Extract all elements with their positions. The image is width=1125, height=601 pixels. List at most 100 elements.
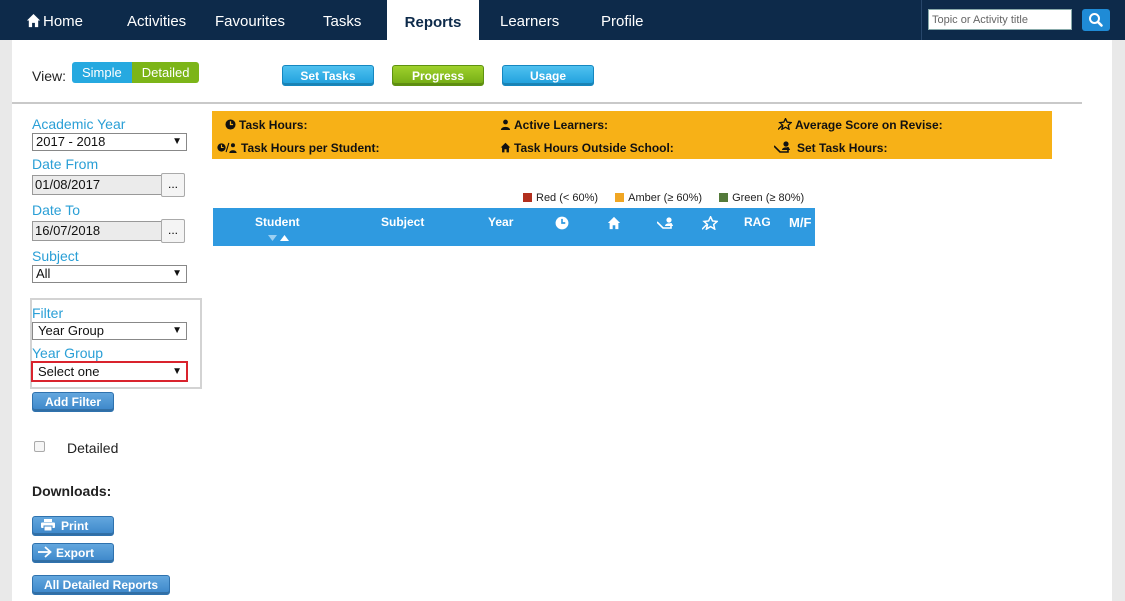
nav-home-label: Home (43, 13, 84, 30)
column-set-task-hours[interactable] (656, 216, 677, 233)
column-rag[interactable]: RAG (744, 215, 771, 229)
view-toggle: Simple Detailed (72, 62, 200, 83)
active-learners-label: Active Learners: (514, 118, 609, 132)
search-button[interactable] (1082, 9, 1110, 31)
view-label: View: (32, 68, 66, 84)
column-average-score[interactable] (701, 214, 719, 233)
progress-button[interactable]: Progress (392, 65, 484, 86)
summary-bar: Task Hours: Active Learners: Average Sco… (212, 111, 1052, 159)
nav-profile[interactable]: Profile (601, 0, 644, 40)
search-icon (1089, 13, 1103, 27)
task-hours-per-student-label: Task Hours per Student: (241, 141, 380, 155)
home-icon (26, 13, 41, 28)
dropdown-arrow-icon: ▼ (172, 136, 182, 147)
academic-year-value: 2017 - 2018 (36, 134, 106, 149)
nav-home[interactable]: Home (26, 0, 83, 40)
arrow-right-icon (38, 546, 52, 558)
report-table-header: Student Subject Year RAG M/F (213, 208, 815, 246)
task-hours-outside-label: Task Hours Outside School: (514, 141, 674, 155)
legend-amber-label: Amber (≥ 60%) (628, 192, 703, 204)
date-from-input[interactable]: 01/08/2017 (32, 175, 162, 195)
date-to-label: Date To (32, 202, 80, 218)
academic-year-select[interactable]: 2017 - 2018 ▼ (32, 133, 187, 151)
nav-reports[interactable]: Reports (387, 0, 479, 40)
date-from-label: Date From (32, 156, 99, 172)
average-score-label: Average Score on Revise: (795, 118, 943, 132)
usage-button[interactable]: Usage (502, 65, 594, 86)
view-detailed-button[interactable]: Detailed (131, 62, 200, 83)
set-tasks-button[interactable]: Set Tasks (282, 65, 374, 86)
clock-icon (555, 216, 569, 230)
subject-label: Subject (32, 248, 79, 264)
task-hours-stat: Task Hours: (225, 118, 307, 132)
set-task-icon (656, 217, 673, 229)
subject-value: All (36, 266, 51, 281)
year-group-label: Year Group (32, 345, 104, 361)
dropdown-arrow-icon: ▼ (172, 325, 182, 336)
red-swatch (523, 193, 532, 202)
filter-value: Year Group (38, 323, 105, 338)
nav-favourites[interactable]: Favourites (215, 0, 285, 40)
column-gender[interactable]: M/F (789, 215, 811, 230)
detailed-checkbox[interactable] (34, 441, 45, 452)
task-hours-label: Task Hours: (239, 118, 308, 132)
legend-green-label: Green (≥ 80%) (732, 192, 805, 204)
date-from-picker-button[interactable]: ... (161, 173, 185, 197)
user-icon (500, 119, 511, 130)
clock-icon (225, 119, 236, 130)
set-task-icon (773, 141, 790, 153)
green-swatch (719, 193, 729, 202)
clock-user-icon (217, 142, 237, 153)
sort-arrows-icon[interactable] (268, 234, 290, 242)
view-simple-button[interactable]: Simple (72, 62, 132, 83)
column-outside-school[interactable] (607, 216, 621, 233)
amber-swatch (615, 193, 625, 202)
home-icon (500, 142, 511, 153)
column-student[interactable]: Student (255, 215, 300, 229)
search-input[interactable] (928, 9, 1072, 30)
subject-select[interactable]: All ▼ (32, 265, 187, 283)
nav-tasks[interactable]: Tasks (323, 0, 361, 40)
date-to-input[interactable]: 16/07/2018 (32, 221, 162, 241)
top-navigation: Home Activities Favourites Tasks Reports… (0, 0, 1125, 40)
year-group-select[interactable]: Select one ▼ (31, 361, 188, 382)
date-to-picker-button[interactable]: ... (161, 219, 185, 243)
set-task-hours-stat: Set Task Hours: (773, 141, 888, 155)
downloads-label: Downloads: (32, 483, 112, 499)
legend-red: Red (< 60%) (523, 192, 598, 204)
legend-red-label: Red (< 60%) (536, 192, 599, 204)
print-button[interactable]: Print (32, 516, 114, 536)
task-hours-per-student-stat: Task Hours per Student: (216, 141, 379, 155)
task-hours-outside-stat: Task Hours Outside School: (500, 141, 674, 155)
detailed-checkbox-label: Detailed (67, 440, 119, 456)
print-label: Print (61, 519, 89, 533)
set-task-hours-label: Set Task Hours: (797, 141, 888, 155)
column-task-hours[interactable] (555, 216, 569, 233)
nav-learners[interactable]: Learners (500, 0, 559, 40)
year-group-value: Select one (38, 364, 100, 379)
active-learners-stat: Active Learners: (500, 118, 608, 132)
rag-legend: Red (< 60%) Amber (≥ 60%) Green (≥ 80%) (523, 192, 818, 204)
export-button[interactable]: Export (32, 543, 114, 563)
home-icon (607, 216, 621, 230)
printer-icon (41, 519, 55, 532)
academic-year-label: Academic Year (32, 116, 126, 132)
column-subject[interactable]: Subject (381, 215, 424, 229)
legend-amber: Amber (≥ 60%) (615, 192, 702, 204)
dropdown-arrow-icon: ▼ (172, 268, 182, 279)
filter-select[interactable]: Year Group ▼ (32, 322, 187, 340)
nav-divider (921, 0, 922, 40)
column-year[interactable]: Year (488, 215, 513, 229)
nav-activities[interactable]: Activities (127, 0, 186, 40)
dropdown-arrow-icon: ▼ (172, 366, 182, 377)
star-icon (701, 214, 719, 231)
filter-label: Filter (32, 305, 64, 321)
header-divider (12, 102, 1082, 104)
legend-green: Green (≥ 80%) (719, 192, 804, 204)
star-icon (777, 116, 793, 131)
export-label: Export (56, 546, 95, 560)
main-panel: View: Simple Detailed Set Tasks Progress… (12, 40, 1112, 601)
all-detailed-reports-button[interactable]: All Detailed Reports (32, 575, 170, 595)
add-filter-button[interactable]: Add Filter (32, 392, 114, 412)
average-score-stat: Average Score on Revise: (777, 116, 943, 132)
